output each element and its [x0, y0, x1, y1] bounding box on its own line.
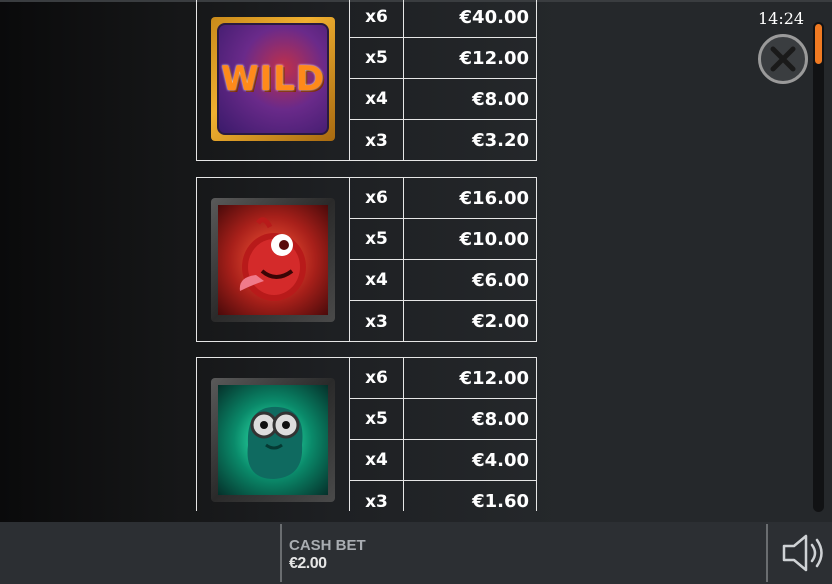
- green-monster-symbol-icon: [211, 377, 335, 502]
- payout-row: x6 €40.00: [350, 0, 536, 38]
- payout-amount: €8.00: [472, 408, 529, 430]
- green-monster-icon: [247, 406, 303, 479]
- payout-multiplier: x3: [350, 120, 404, 161]
- payout-row: x4 €4.00: [350, 440, 536, 481]
- payout-row: x5 €8.00: [350, 399, 536, 440]
- payout-amount: €4.00: [472, 449, 529, 471]
- close-icon: [770, 46, 796, 72]
- footer-divider: [766, 524, 768, 582]
- red-monster-symbol-icon: [211, 197, 335, 322]
- scrollbar-thumb[interactable]: [815, 24, 822, 64]
- payout-multiplier: x3: [350, 481, 404, 511]
- payout-row: x5 €12.00: [350, 38, 536, 79]
- payout-multiplier: x5: [350, 219, 404, 259]
- symbol-cell: [197, 178, 350, 341]
- red-monster-icon: [239, 216, 306, 301]
- payout-amount: €1.60: [472, 491, 529, 511]
- paytable-entry-wild: WILD x6 €40.00 x5 €12.00 x4 €8.00 x3 €3.…: [196, 0, 537, 161]
- speaker-icon: [782, 534, 823, 572]
- wild-symbol-icon: WILD: [211, 16, 335, 141]
- payout-multiplier: x3: [350, 301, 404, 342]
- close-button[interactable]: [758, 34, 808, 84]
- sound-button[interactable]: [778, 530, 830, 576]
- payout-multiplier: x4: [350, 79, 404, 119]
- payout-row: x3 €2.00: [350, 301, 536, 342]
- payout-amount: €2.00: [472, 311, 529, 332]
- paytable-viewport[interactable]: WILD x6 €40.00 x5 €12.00 x4 €8.00 x3 €3.…: [0, 0, 808, 511]
- symbol-cell: WILD: [197, 0, 350, 160]
- payout-row: x4 €6.00: [350, 260, 536, 301]
- payout-row: x4 €8.00: [350, 79, 536, 120]
- symbol-cell: [197, 358, 350, 511]
- payout-amount: €3.20: [472, 130, 529, 151]
- payout-multiplier: x5: [350, 399, 404, 439]
- clock: 14:24: [758, 9, 805, 28]
- payout-row: x6 €12.00: [350, 358, 536, 399]
- payout-row: x6 €16.00: [350, 178, 536, 219]
- payout-multiplier: x4: [350, 440, 404, 480]
- payout-multiplier: x4: [350, 260, 404, 300]
- payout-row: x5 €10.00: [350, 219, 536, 260]
- cash-bet-value: €2.00: [289, 555, 327, 572]
- wild-symbol-label: WILD: [220, 58, 326, 99]
- payout-row: x3 €1.60: [350, 481, 536, 511]
- payout-multiplier: x6: [350, 358, 404, 398]
- payout-row: x3 €3.20: [350, 120, 536, 161]
- payout-multiplier: x5: [350, 38, 404, 78]
- footer-bar: [0, 522, 832, 584]
- scrollbar-track[interactable]: [813, 22, 824, 512]
- payout-amount: €10.00: [459, 228, 529, 250]
- payout-amount: €16.00: [459, 187, 529, 209]
- payout-amount: €12.00: [459, 367, 529, 389]
- payout-amount: €12.00: [459, 47, 529, 69]
- cash-bet-label: CASH BET: [289, 537, 366, 554]
- payout-amount: €40.00: [459, 6, 529, 28]
- paytable-entry-red-monster: x6 €16.00 x5 €10.00 x4 €6.00 x3 €2.00: [196, 177, 537, 342]
- payout-multiplier: x6: [350, 0, 404, 37]
- payout-amount: €8.00: [472, 88, 529, 110]
- footer-divider: [280, 524, 282, 582]
- payout-amount: €6.00: [472, 269, 529, 291]
- paytable-entry-green-monster: x6 €12.00 x5 €8.00 x4 €4.00 x3 €1.60: [196, 357, 537, 511]
- payout-multiplier: x6: [350, 178, 404, 218]
